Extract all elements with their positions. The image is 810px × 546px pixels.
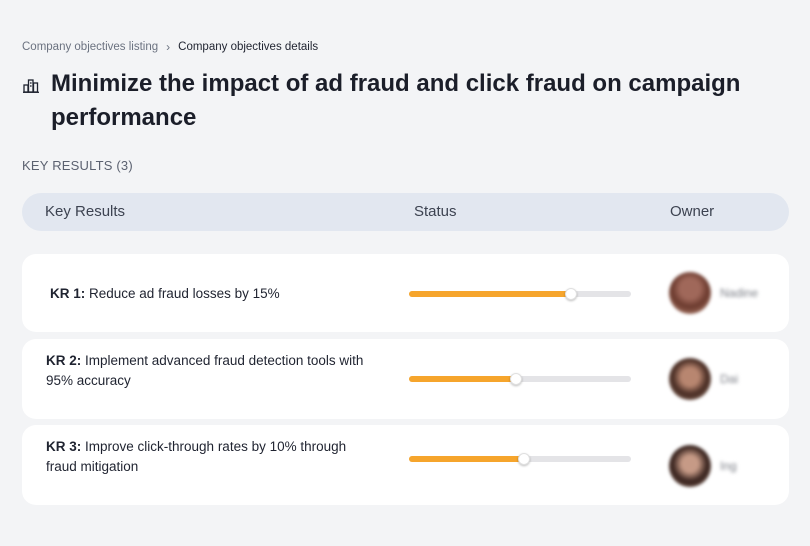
table-header: Key Results Status Owner [22, 193, 789, 231]
key-result-description: Reduce ad fraud losses by 15% [85, 286, 280, 301]
objective-header: Minimize the impact of ad fraud and clic… [22, 67, 792, 135]
key-result-id: KR 1: [50, 286, 86, 301]
progress-bar [409, 288, 631, 300]
key-result-text: KR 2: Implement advanced fraud detection… [46, 351, 376, 391]
breadcrumb-current: Company objectives details [178, 41, 319, 53]
key-result-text: KR 3: Improve click-through rates by 10%… [46, 437, 376, 477]
column-header-owner: Owner [670, 203, 715, 220]
key-result-description: Implement advanced fraud detection tools… [46, 353, 364, 388]
progress-fill [409, 376, 516, 382]
chevron-right-icon: › [166, 40, 171, 54]
progress-handle[interactable] [565, 288, 578, 300]
progress-bar [409, 373, 631, 385]
progress-handle[interactable] [518, 453, 531, 465]
progress-fill [409, 456, 525, 462]
breadcrumb-parent-link[interactable]: Company objectives listing [22, 41, 158, 53]
column-header-key-results: Key Results [45, 203, 126, 220]
key-result-row[interactable]: KR 2: Implement advanced fraud detection… [22, 339, 789, 419]
avatar [669, 445, 711, 487]
owner-name: Ing [720, 459, 737, 473]
progress-handle[interactable] [509, 373, 522, 385]
owner-name: Dai [720, 372, 739, 386]
key-result-text: KR 1: Reduce ad fraud losses by 15% [50, 284, 380, 304]
column-header-status: Status [414, 203, 457, 220]
owner-name: Nadine [720, 286, 759, 300]
avatar [669, 272, 711, 314]
key-result-row[interactable]: KR 1: Reduce ad fraud losses by 15% Nadi… [22, 254, 789, 332]
avatar [669, 358, 711, 400]
key-result-id: KR 3: [46, 439, 82, 454]
key-result-description: Improve click-through rates by 10% throu… [46, 439, 347, 474]
breadcrumb: Company objectives listing › Company obj… [22, 40, 318, 54]
page-title: Minimize the impact of ad fraud and clic… [51, 70, 741, 131]
building-chart-icon [23, 79, 39, 93]
key-results-count-label: KEY RESULTS (3) [22, 158, 133, 173]
key-result-row[interactable]: KR 3: Improve click-through rates by 10%… [22, 425, 789, 505]
key-result-id: KR 2: [46, 353, 82, 368]
progress-bar [409, 453, 631, 465]
progress-fill [409, 291, 572, 297]
